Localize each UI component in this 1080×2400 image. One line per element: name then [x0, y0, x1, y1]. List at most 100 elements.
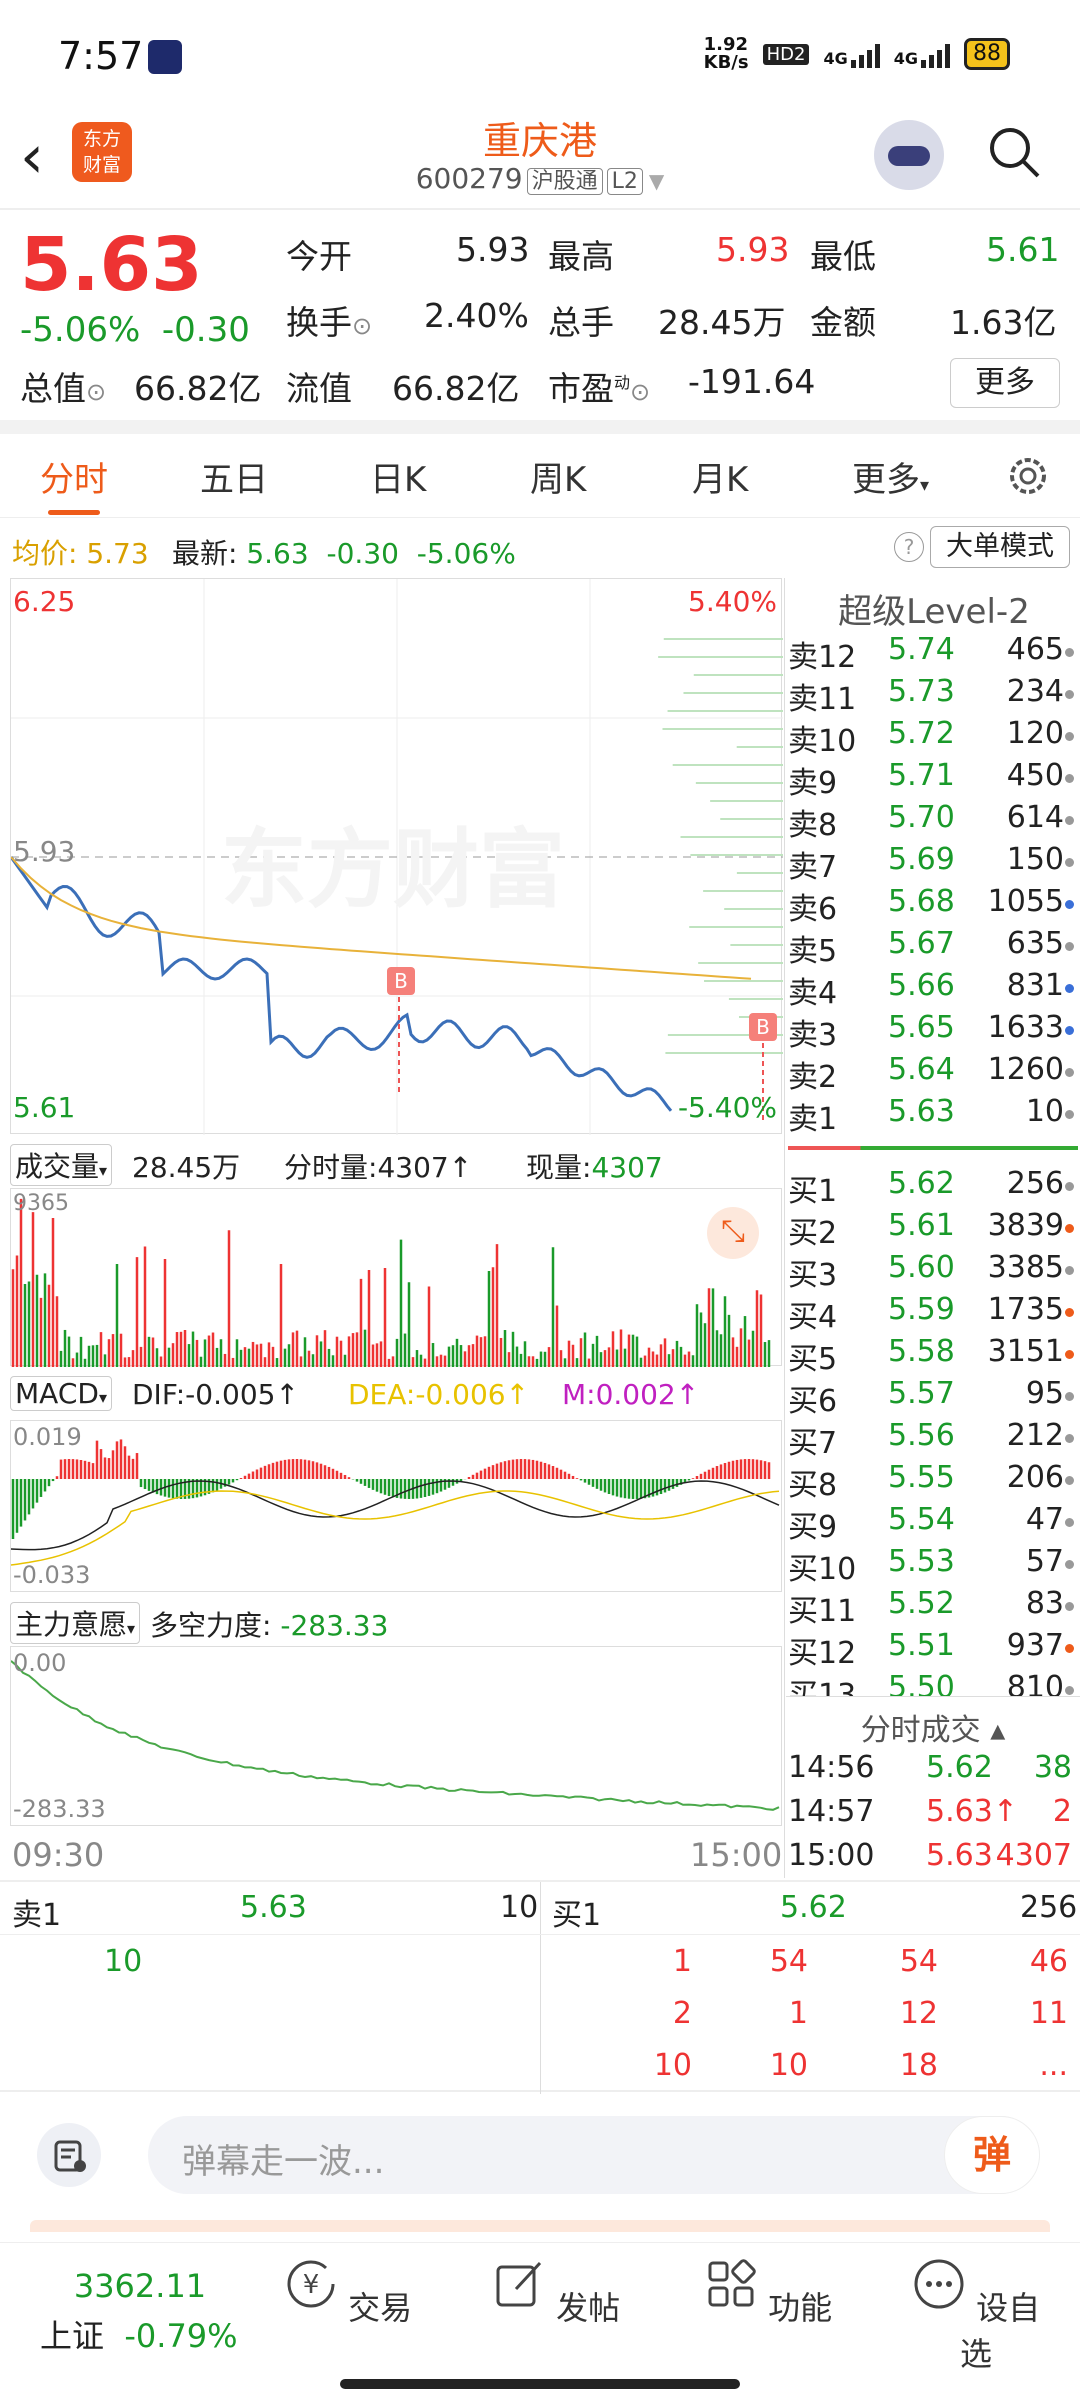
open-value: 5.93: [456, 230, 530, 269]
ask-row[interactable]: 卖3 5.65 1633: [788, 1010, 1080, 1053]
clock: 7:57: [58, 34, 144, 78]
assistant-avatar[interactable]: [874, 120, 944, 190]
depth-bid-order: 18: [899, 2048, 938, 2083]
fund-indicator-select[interactable]: 主力意愿▾: [10, 1602, 141, 1644]
bid-price: 5.54: [888, 1502, 955, 1537]
buy-marker-1[interactable]: B: [387, 967, 415, 995]
turnover-value: 2.40%: [424, 296, 529, 335]
ask-price: 5.73: [888, 674, 955, 709]
expand-icon[interactable]: ⤡: [707, 1207, 759, 1259]
bid-row[interactable]: 买11 5.52 83: [788, 1586, 1080, 1629]
ask-volume: 10: [1025, 1094, 1064, 1129]
fund-bottom-label: -283.33: [13, 1795, 106, 1823]
ask-row[interactable]: 卖11 5.73 234: [788, 674, 1080, 717]
ask-row[interactable]: 卖10 5.72 120: [788, 716, 1080, 759]
float-cap-value: 66.82亿: [392, 369, 520, 408]
fund-chart[interactable]: 0.00 -283.33: [10, 1646, 782, 1826]
bid-volume: 206: [1006, 1460, 1064, 1495]
depth-bid-order: 54: [769, 1944, 808, 1979]
high-value: 5.93: [716, 230, 790, 269]
volume-indicator-select[interactable]: 成交量▾: [10, 1144, 113, 1186]
caret-down-icon[interactable]: ▼: [649, 169, 664, 193]
index-widget[interactable]: 3362.11 上证 -0.79%: [40, 2267, 240, 2357]
bid-row[interactable]: 买2 5.61 3839: [788, 1208, 1080, 1251]
ask-level: 卖6: [788, 892, 838, 927]
trade-price: 5.63: [926, 1838, 993, 1873]
vol-max-label: 9365: [13, 1191, 69, 1216]
depth-bid-order: 11: [1029, 1996, 1068, 2031]
level2-title[interactable]: 超级Level-2: [788, 584, 1080, 633]
open-label: 今开: [286, 237, 352, 276]
volume-value: 28.45万: [658, 303, 786, 342]
macd-chart[interactable]: 0.019 -0.033: [10, 1420, 782, 1592]
nav-post[interactable]: 发帖: [476, 2257, 636, 2329]
level-tag: L2: [606, 168, 643, 195]
bid-row[interactable]: 买12 5.51 937: [788, 1628, 1080, 1671]
bid-level: 买5: [788, 1342, 838, 1377]
bid-row[interactable]: 买8 5.55 206: [788, 1460, 1080, 1503]
bid-price: 5.56: [888, 1418, 955, 1453]
ask-level: 卖5: [788, 934, 838, 969]
ask-row[interactable]: 卖9 5.71 450: [788, 758, 1080, 801]
more-button[interactable]: 更多: [950, 358, 1060, 408]
ask-row[interactable]: 卖1 5.63 10: [788, 1094, 1080, 1137]
tab-more[interactable]: 更多▾: [852, 452, 929, 501]
bid-level: 买12: [788, 1636, 857, 1671]
nav-trade[interactable]: ¥ 交易: [268, 2257, 428, 2329]
bid-row[interactable]: 买1 5.62 256: [788, 1166, 1080, 1209]
price-chart[interactable]: 6.25 5.93 5.61 5.40% -5.40% 东方财富 B B: [9, 578, 783, 1135]
ask-row[interactable]: 卖2 5.64 1260: [788, 1052, 1080, 1095]
ask-level: 卖4: [788, 976, 838, 1011]
trades-title[interactable]: 分时成交 ▴: [786, 1696, 1080, 1748]
book-divider: [788, 1146, 1078, 1150]
nav-add-watchlist[interactable]: 设自选: [896, 2257, 1056, 2375]
last-price: 5.63: [20, 222, 203, 308]
bid-row[interactable]: 买5 5.58 3151: [788, 1334, 1080, 1377]
ask-row[interactable]: 卖12 5.74 465: [788, 632, 1080, 675]
bid-row[interactable]: 买10 5.53 57: [788, 1544, 1080, 1587]
fund-top-label: 0.00: [13, 1649, 67, 1677]
tab-intraday[interactable]: 分时: [40, 452, 108, 515]
macd-dif: DIF:-0.005↑: [132, 1378, 299, 1411]
bid-dot: [1065, 1224, 1074, 1233]
tab-daily[interactable]: 日K: [370, 452, 426, 501]
bid-level: 买1: [788, 1174, 838, 1209]
danmu-send-button[interactable]: 弹: [944, 2116, 1040, 2194]
more-dots-icon: [914, 2259, 964, 2309]
bigorder-mode-button[interactable]: 大单模式: [930, 526, 1070, 568]
ask-row[interactable]: 卖8 5.70 614: [788, 800, 1080, 843]
ask-row[interactable]: 卖6 5.68 1055: [788, 884, 1080, 927]
volume-chart[interactable]: 9365 ⤡: [10, 1188, 782, 1367]
y-max-label: 6.25: [13, 585, 76, 618]
ask-price: 5.70: [888, 800, 955, 835]
trade-row: 14:57 5.63↑ 2: [788, 1794, 1080, 1836]
macd-indicator-select[interactable]: MACD▾: [10, 1376, 112, 1411]
volume-bars: [11, 1198, 771, 1367]
bottom-nav: 3362.11 上证 -0.79% ¥ 交易 发帖 功能 设自选: [0, 2242, 1080, 2400]
tab-5day[interactable]: 五日: [200, 452, 268, 501]
bid-row[interactable]: 买7 5.56 212: [788, 1418, 1080, 1461]
bid-dot: [1065, 1266, 1074, 1275]
search-icon[interactable]: [986, 124, 1042, 180]
chart-tabs: 分时 五日 日K 周K 月K 更多▾: [0, 434, 1080, 518]
bid-row[interactable]: 买4 5.59 1735: [788, 1292, 1080, 1335]
nav-functions[interactable]: 功能: [688, 2257, 848, 2329]
ask-row[interactable]: 卖4 5.66 831: [788, 968, 1080, 1011]
ask-row[interactable]: 卖5 5.67 635: [788, 926, 1080, 969]
bid-row[interactable]: 买3 5.60 3385: [788, 1250, 1080, 1293]
trade-row: 15:00 5.63 4307: [788, 1838, 1080, 1880]
bid-row[interactable]: 买6 5.57 95: [788, 1376, 1080, 1419]
tab-weekly[interactable]: 周K: [530, 452, 586, 501]
buy-marker-2[interactable]: B: [749, 1013, 777, 1041]
help-icon[interactable]: ?: [894, 532, 924, 562]
gear-icon[interactable]: [1004, 452, 1052, 500]
danmu-settings-icon[interactable]: [36, 2122, 102, 2188]
tab-monthly[interactable]: 月K: [692, 452, 748, 501]
bid-dot: [1065, 1476, 1074, 1485]
bid-price: 5.61: [888, 1208, 955, 1243]
danmu-input[interactable]: 弹幕走一波... 弹: [148, 2116, 1040, 2194]
bid-row[interactable]: 买9 5.54 47: [788, 1502, 1080, 1545]
time-end: 15:00: [690, 1836, 783, 1874]
volume-label: 总手: [548, 303, 614, 342]
ask-row[interactable]: 卖7 5.69 150: [788, 842, 1080, 885]
